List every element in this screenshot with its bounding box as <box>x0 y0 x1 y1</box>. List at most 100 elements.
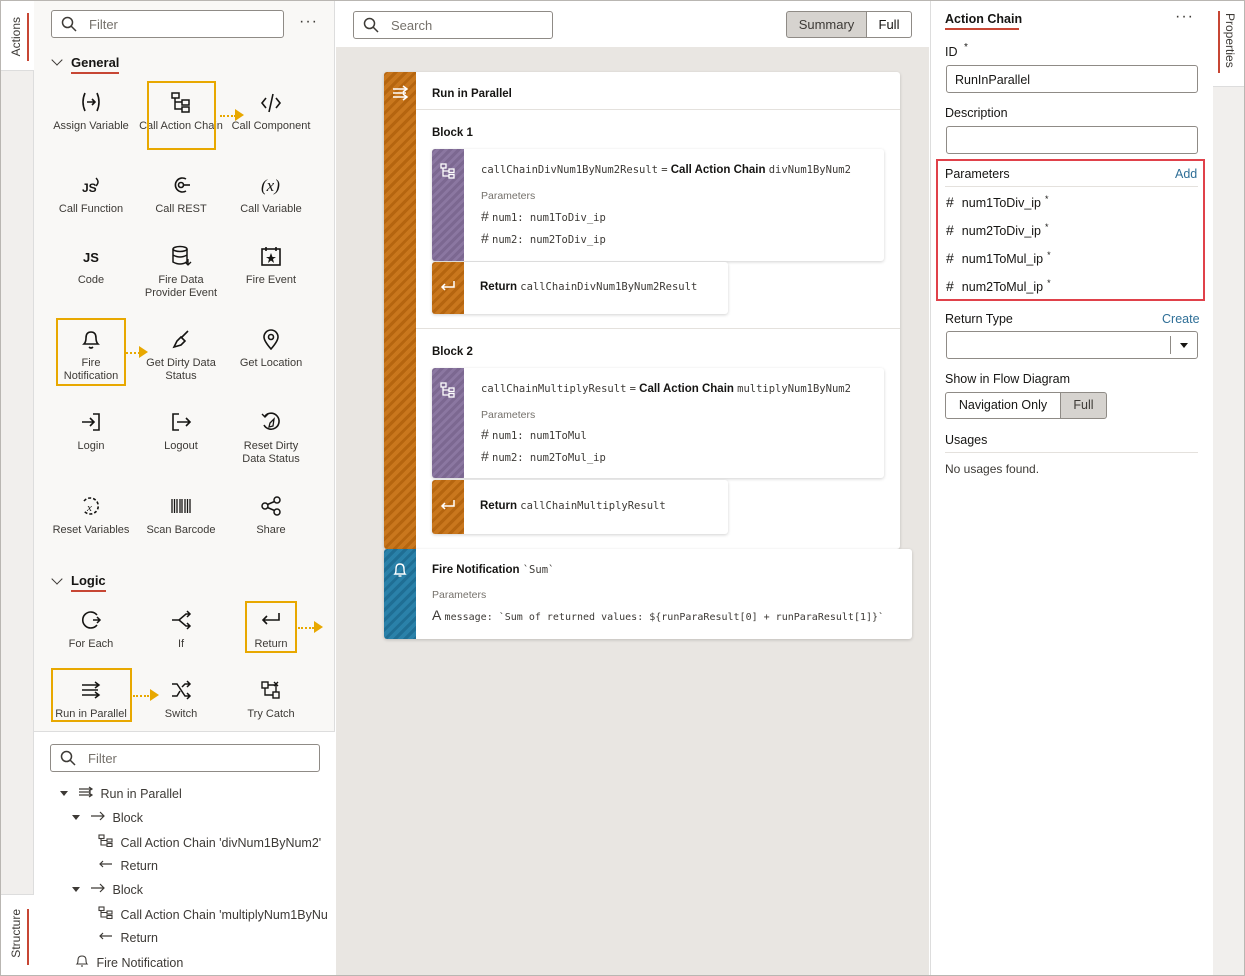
palette-filter-input[interactable]: Filter <box>51 10 284 38</box>
tab-actions-label: Actions <box>9 17 23 57</box>
drag-indicator-dots <box>126 352 140 354</box>
logic-chevron-icon[interactable] <box>51 573 63 585</box>
tool-call-variable[interactable]: (x) Call Variable <box>228 170 314 216</box>
tab-actions[interactable]: Actions <box>1 1 34 71</box>
tool-reset-variables[interactable]: x Reset Variables <box>48 491 134 537</box>
parameter-row[interactable]: # num1ToMul_ip * <box>946 250 1051 266</box>
description-input[interactable] <box>946 126 1198 154</box>
branch-icon <box>172 610 192 630</box>
tool-call-function[interactable]: JS Call Function <box>48 170 134 216</box>
add-parameter-link[interactable]: Add <box>1175 167 1197 181</box>
arrow-right-icon <box>91 883 105 893</box>
tool-get-location[interactable]: Get Location <box>228 324 314 370</box>
full-flow-button[interactable]: Full <box>1060 392 1107 419</box>
palette-more-button[interactable]: ··· <box>299 13 318 31</box>
summary-view-button[interactable]: Summary <box>786 11 867 38</box>
tree-node-block-2[interactable]: Block <box>90 882 143 897</box>
tree-node-block-1[interactable]: Block <box>90 810 143 825</box>
parameter-row[interactable]: # num1ToDiv_ip * <box>946 194 1049 210</box>
tree-node-fire-notification[interactable]: Fire Notification <box>74 954 183 970</box>
logic-section-title[interactable]: Logic <box>71 573 106 592</box>
parameter-row[interactable]: # num2ToMul_ip * <box>946 278 1051 294</box>
tool-get-dirty-data-status[interactable]: Get Dirty Data Status <box>138 324 224 383</box>
tree-node-call-multiply[interactable]: Call Action Chain 'multiplyNum1ByNu <box>98 906 328 922</box>
drag-arrow-icon <box>150 689 159 701</box>
tool-logout[interactable]: Logout <box>138 407 224 453</box>
return-type-label: Return Type <box>945 312 1013 326</box>
expand-icon[interactable] <box>72 887 80 892</box>
id-input[interactable]: RunInParallel <box>946 65 1198 93</box>
return-type-select[interactable] <box>946 331 1198 359</box>
drag-indicator-dots <box>298 627 314 629</box>
run-in-parallel-node[interactable]: Run in Parallel Block 1 callChainDivNum1… <box>384 72 900 549</box>
reset-variables-icon: x <box>83 497 99 515</box>
tool-for-each[interactable]: For Each <box>48 605 134 651</box>
call-variable-icon: (x) <box>261 176 280 195</box>
return-icon <box>99 932 112 940</box>
canvas-search-input[interactable]: Search <box>353 11 553 39</box>
call-function-icon: JS <box>82 177 99 195</box>
tab-properties[interactable]: Properties <box>1213 1 1244 87</box>
parameter-row[interactable]: # num2ToDiv_ip * <box>946 222 1049 238</box>
usages-value: No usages found. <box>945 462 1040 476</box>
navigation-only-button[interactable]: Navigation Only <box>945 392 1061 419</box>
login-icon <box>82 413 100 431</box>
hash-icon: # <box>946 278 954 295</box>
tool-call-rest[interactable]: Call REST <box>138 170 224 216</box>
tool-scan-barcode[interactable]: Scan Barcode <box>138 491 224 537</box>
tool-login[interactable]: Login <box>48 407 134 453</box>
drag-arrow-icon <box>314 621 323 633</box>
tab-structure[interactable]: Structure <box>1 894 34 975</box>
tool-label: Switch <box>164 708 198 720</box>
tool-try-catch[interactable]: Try Catch <box>228 675 314 721</box>
assign-variable-icon <box>82 92 100 112</box>
general-chevron-icon[interactable] <box>51 54 63 66</box>
properties-more-button[interactable]: ··· <box>1175 8 1194 26</box>
tab-properties-indicator <box>1218 11 1220 73</box>
general-section-title[interactable]: General <box>71 55 120 74</box>
tool-assign-variable[interactable]: Assign Variable <box>48 87 134 133</box>
tool-label: Get Dirty Data Status <box>146 357 216 382</box>
tree-node-run-in-parallel[interactable]: Run in Parallel <box>78 786 182 801</box>
tool-reset-dirty-data-status[interactable]: Reset Dirty Data Status <box>228 407 314 466</box>
tree-node-call-div[interactable]: Call Action Chain 'divNum1ByNum2' <box>98 834 321 850</box>
right-tab-strip: Properties <box>1213 1 1244 975</box>
return-node-1[interactable]: Return callChainDivNum1ByNum2Result <box>432 262 728 314</box>
svg-text:x: x <box>86 502 92 514</box>
tool-if[interactable]: If <box>138 605 224 651</box>
tool-fire-event[interactable]: Fire Event <box>228 241 314 287</box>
tool-share[interactable]: Share <box>228 491 314 537</box>
tree-node-return-1[interactable]: Return <box>98 858 158 873</box>
structure-filter-input[interactable]: Filter <box>50 744 320 772</box>
create-type-link[interactable]: Create <box>1162 312 1200 326</box>
hash-icon: # <box>481 230 489 246</box>
switch-icon <box>172 680 192 700</box>
hash-icon: # <box>481 426 489 442</box>
return-node-2[interactable]: Return callChainMultiplyResult <box>432 480 728 534</box>
expand-icon[interactable] <box>72 815 80 820</box>
share-icon <box>261 496 281 516</box>
tab-actions-indicator <box>27 13 29 61</box>
call-action-chain-node-1[interactable]: callChainDivNum1ByNum2Result = Call Acti… <box>432 149 884 261</box>
try-catch-icon <box>261 681 280 699</box>
block-2-title: Block 2 <box>432 346 473 358</box>
tool-label: Reset Variables <box>52 524 130 536</box>
expand-icon[interactable] <box>60 791 68 796</box>
broom-icon <box>172 330 189 349</box>
full-view-button[interactable]: Full <box>866 11 912 38</box>
tool-label: Reset Dirty Data Status <box>242 440 300 465</box>
tool-fire-data-provider-event[interactable]: Fire Data Provider Event <box>138 241 224 300</box>
return-icon <box>440 500 455 510</box>
tool-label: Login <box>77 440 105 452</box>
call-action-chain-icon <box>440 163 455 179</box>
calendar-event-icon <box>261 247 281 266</box>
search-icon <box>363 17 379 33</box>
call-action-chain-node-2[interactable]: callChainMultiplyResult = Call Action Ch… <box>432 368 884 478</box>
tab-structure-indicator <box>27 909 29 965</box>
tool-code[interactable]: JS Code <box>48 241 134 287</box>
tree-node-return-2[interactable]: Return <box>98 930 158 945</box>
fire-notification-node[interactable]: Fire Notification `Sum` Parameters A mes… <box>384 549 912 639</box>
param-row: A message: `Sum of returned values: ${ru… <box>432 607 885 623</box>
required-marker: * <box>964 42 968 53</box>
loop-icon <box>82 611 102 629</box>
